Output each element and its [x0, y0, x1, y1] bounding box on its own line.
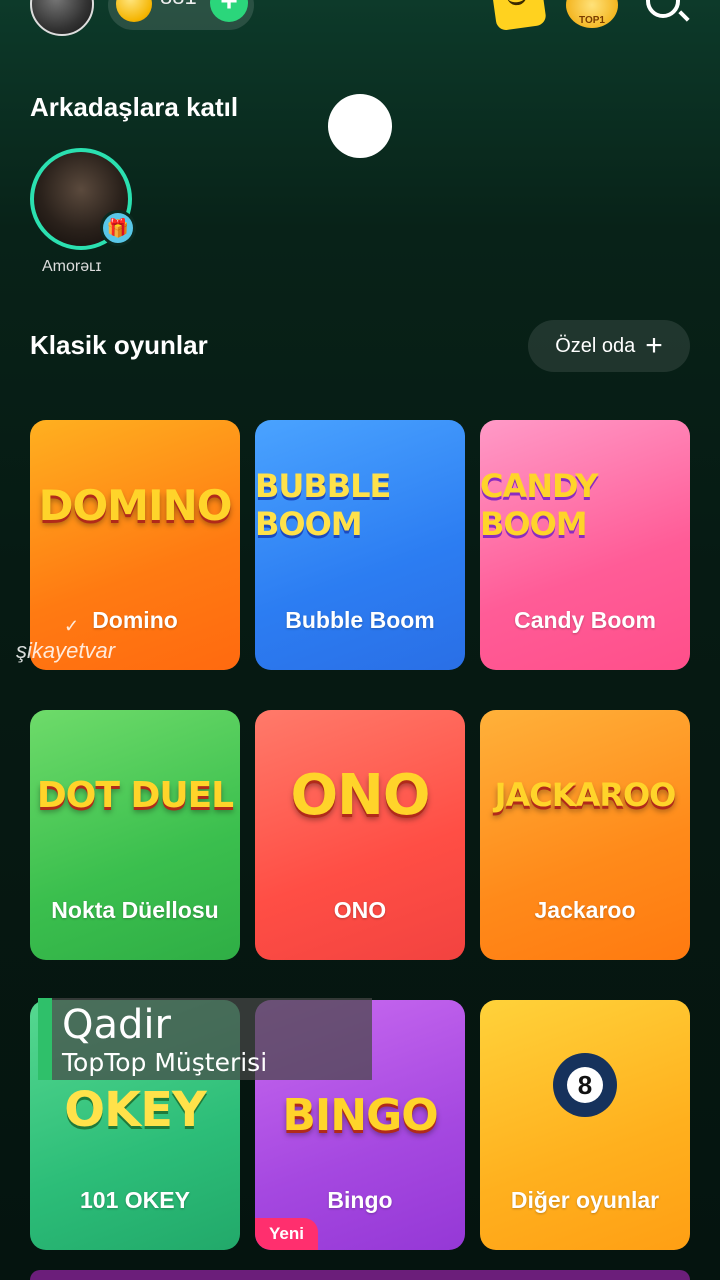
ball-number: 8: [567, 1067, 603, 1103]
add-coins-button[interactable]: +: [210, 0, 248, 22]
dot-duel-art: DOT DUEL: [30, 710, 240, 880]
search-icon[interactable]: [646, 0, 680, 18]
friend-avatar[interactable]: 🎁: [30, 148, 136, 250]
game-label: Candy Boom: [514, 607, 656, 633]
private-room-label: Özel oda: [555, 334, 636, 357]
game-label: Bubble Boom: [285, 607, 435, 633]
bottom-banner[interactable]: [30, 1270, 690, 1280]
watermark: şikayetvar: [16, 616, 115, 664]
bubble-boom-art: BUBBLE BOOM: [255, 420, 465, 590]
private-room-button[interactable]: Özel oda +: [528, 320, 690, 372]
coin-icon: [116, 0, 152, 22]
game-label: Diğer oyunlar: [510, 1187, 660, 1213]
game-card-dot-duel[interactable]: DOT DUEL Nokta Düellosu: [30, 710, 240, 960]
coin-balance[interactable]: 881 +: [108, 0, 254, 30]
game-logo: ONO: [290, 762, 430, 828]
game-logo: BUBBLE BOOM: [255, 467, 391, 543]
game-card-other-games[interactable]: 8 Diğer oyunlar: [480, 1000, 690, 1250]
game-label: Bingo: [327, 1187, 393, 1213]
billiard-ball-icon: 8: [553, 1053, 617, 1117]
game-card-domino[interactable]: DOMINO Domino: [30, 420, 240, 670]
touch-indicator: [328, 94, 392, 158]
profile-avatar[interactable]: [30, 0, 94, 36]
game-card-candy-boom[interactable]: CANDY BOOM Candy Boom: [480, 420, 690, 670]
top1-label: TOP1: [579, 15, 605, 26]
game-logo: OKEY: [64, 1082, 207, 1138]
game-label: Jackaroo: [534, 897, 636, 923]
coin-value: 881: [160, 0, 197, 8]
game-logo: DOT DUEL: [36, 774, 234, 816]
game-label: ONO: [333, 897, 387, 923]
ono-art: ONO: [255, 710, 465, 880]
plus-icon: +: [645, 329, 663, 362]
game-logo: DOMINO: [38, 480, 233, 530]
game-card-ono[interactable]: ONO ONO: [255, 710, 465, 960]
other-games-art: 8: [480, 1000, 690, 1170]
caption-subtitle: TopTop Müşterisi: [62, 1048, 268, 1077]
friend-name: Amorəʟɪ: [42, 258, 102, 275]
game-card-jackaroo[interactable]: JACKAROO Jackaroo: [480, 710, 690, 960]
gift-icon: 🎁: [100, 210, 136, 246]
game-label: 101 OKEY: [80, 1187, 190, 1213]
game-label: Nokta Düellosu: [51, 897, 219, 923]
video-caption: Qadir TopTop Müşterisi: [38, 998, 372, 1080]
game-logo: JACKAROO: [494, 776, 677, 814]
game-card-bubble-boom[interactable]: BUBBLE BOOM Bubble Boom: [255, 420, 465, 670]
game-logo: CANDY BOOM: [480, 467, 598, 543]
caption-name: Qadir: [62, 1002, 171, 1048]
friends-section-title: Arkadaşlara katıl: [30, 92, 239, 122]
game-logo: BINGO: [282, 1089, 438, 1141]
domino-art: DOMINO: [30, 420, 240, 590]
leaderboard-icon[interactable]: TOP1: [566, 0, 618, 28]
smile-icon[interactable]: [491, 0, 547, 32]
top-bar: 881 + TOP1: [0, 0, 720, 60]
jackaroo-art: JACKAROO: [480, 710, 690, 880]
new-badge: Yeni: [255, 1218, 318, 1250]
game-label: Domino: [92, 607, 178, 633]
candy-boom-art: CANDY BOOM: [480, 420, 690, 590]
classic-games-title: Klasik oyunlar: [30, 330, 208, 360]
